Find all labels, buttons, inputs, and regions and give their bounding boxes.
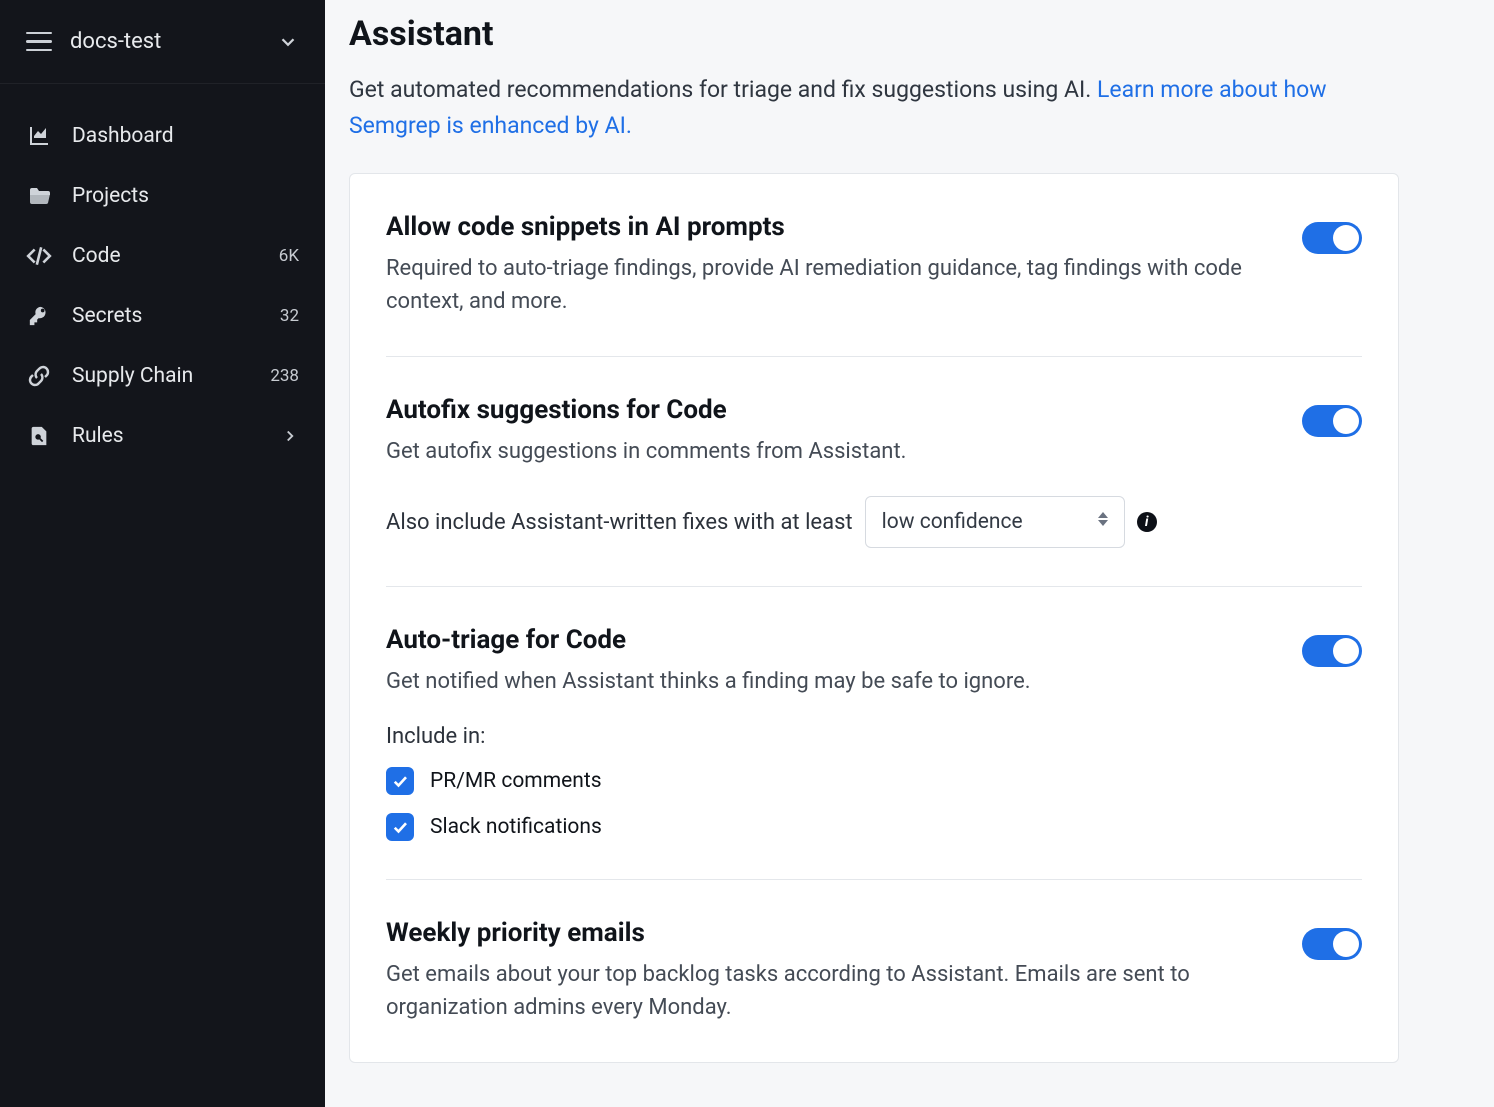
sidebar: docs-test Dashboard Projects Code 6K [0, 0, 325, 1107]
section-desc: Required to auto-triage findings, provid… [386, 252, 1278, 318]
page-subtitle-text: Get automated recommendations for triage… [349, 76, 1097, 103]
info-icon[interactable]: i [1137, 512, 1157, 532]
code-icon [26, 243, 52, 269]
sidebar-item-projects[interactable]: Projects [0, 166, 325, 226]
hamburger-icon[interactable] [26, 32, 52, 52]
sidebar-badge: 32 [280, 306, 299, 326]
chart-icon [26, 123, 52, 149]
toggle-code-snippets[interactable] [1302, 222, 1362, 254]
toggle-weekly-emails[interactable] [1302, 928, 1362, 960]
confidence-label: Also include Assistant-written fixes wit… [386, 510, 853, 535]
page-subtitle: Get automated recommendations for triage… [349, 72, 1379, 143]
section-autofix: Autofix suggestions for Code Get autofix… [386, 357, 1362, 587]
sidebar-item-label: Secrets [72, 304, 260, 328]
sidebar-item-label: Code [72, 244, 259, 268]
sidebar-nav: Dashboard Projects Code 6K Secrets 32 [0, 84, 325, 466]
page-title: Assistant [349, 14, 1470, 54]
doc-icon [26, 423, 52, 449]
section-desc: Get autofix suggestions in comments from… [386, 435, 1278, 468]
section-title: Allow code snippets in AI prompts [386, 212, 1278, 242]
include-label: Include in: [386, 724, 1362, 749]
section-code-snippets: Allow code snippets in AI prompts Requir… [386, 174, 1362, 357]
sidebar-item-dashboard[interactable]: Dashboard [0, 106, 325, 166]
sidebar-item-label: Supply Chain [72, 364, 250, 388]
key-icon [26, 303, 52, 329]
sidebar-item-label: Rules [72, 424, 261, 448]
section-weekly-emails: Weekly priority emails Get emails about … [386, 880, 1362, 1062]
check-row-pr: PR/MR comments [386, 767, 1362, 795]
checkbox-label: PR/MR comments [430, 769, 602, 793]
section-title: Weekly priority emails [386, 918, 1278, 948]
sidebar-badge: 6K [279, 246, 299, 266]
sidebar-item-label: Dashboard [72, 124, 299, 148]
section-autotriage: Auto-triage for Code Get notified when A… [386, 587, 1362, 880]
toggle-autofix[interactable] [1302, 405, 1362, 437]
sidebar-item-secrets[interactable]: Secrets 32 [0, 286, 325, 346]
sidebar-badge: 238 [270, 366, 299, 386]
checkbox-label: Slack notifications [430, 815, 602, 839]
select-caret-icon [1098, 512, 1110, 532]
confidence-value: low confidence [882, 510, 1023, 534]
toggle-autotriage[interactable] [1302, 635, 1362, 667]
sidebar-item-code[interactable]: Code 6K [0, 226, 325, 286]
checkbox-slack-notifications[interactable] [386, 813, 414, 841]
chevron-right-icon [281, 427, 299, 445]
section-title: Autofix suggestions for Code [386, 395, 1278, 425]
section-desc: Get emails about your top backlog tasks … [386, 958, 1278, 1024]
sidebar-item-label: Projects [72, 184, 299, 208]
autofix-confidence-row: Also include Assistant-written fixes wit… [386, 496, 1362, 548]
sidebar-item-rules[interactable]: Rules [0, 406, 325, 466]
main-content: Assistant Get automated recommendations … [325, 0, 1494, 1107]
checkbox-pr-comments[interactable] [386, 767, 414, 795]
section-desc: Get notified when Assistant thinks a fin… [386, 665, 1278, 698]
link-icon [26, 363, 52, 389]
settings-card: Allow code snippets in AI prompts Requir… [349, 173, 1399, 1063]
sidebar-item-supply-chain[interactable]: Supply Chain 238 [0, 346, 325, 406]
section-title: Auto-triage for Code [386, 625, 1278, 655]
folder-icon [26, 183, 52, 209]
sidebar-header: docs-test [0, 0, 325, 84]
confidence-select[interactable]: low confidence [865, 496, 1125, 548]
org-name[interactable]: docs-test [70, 29, 259, 54]
chevron-down-icon[interactable] [277, 31, 299, 53]
check-row-slack: Slack notifications [386, 813, 1362, 841]
